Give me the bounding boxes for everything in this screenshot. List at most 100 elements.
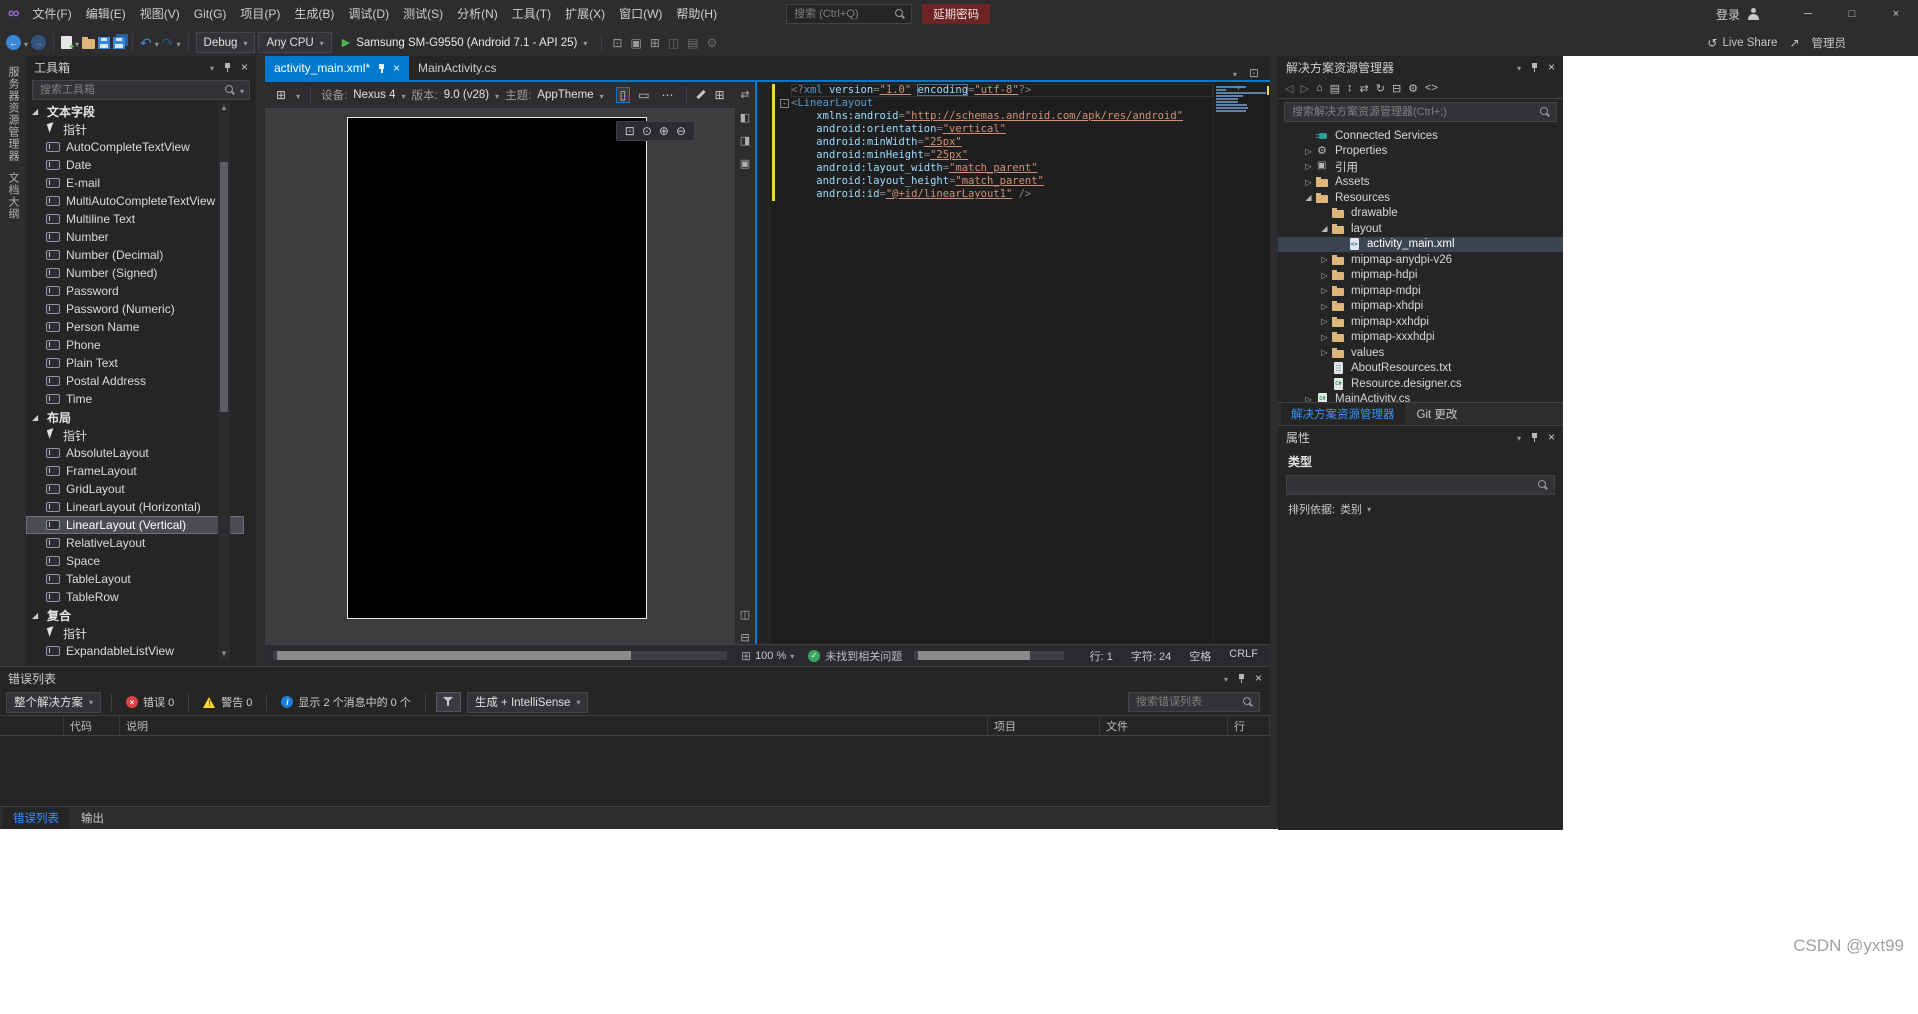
properties-search-input[interactable]: [1292, 478, 1534, 492]
menu-item[interactable]: 帮助(H): [669, 0, 724, 28]
undo-dropdown-icon[interactable]: [155, 36, 159, 50]
design-surface[interactable]: ⊡ ⊙ ⊕ ⊖: [265, 109, 735, 644]
document-tab[interactable]: activity_main.xml*: [265, 56, 410, 80]
tree-expander-icon[interactable]: ▷: [1318, 271, 1331, 280]
settings-icon[interactable]: ⚙: [704, 36, 721, 50]
error-list-header[interactable]: 错误列表: [0, 667, 1270, 689]
menu-item[interactable]: 窗口(W): [612, 0, 669, 28]
error-search-box[interactable]: [1128, 692, 1260, 712]
toolbox-item[interactable]: Plain Text: [26, 354, 244, 372]
properties-icon[interactable]: ⚙: [1408, 82, 1418, 95]
code-folding-margin[interactable]: -: [778, 82, 791, 644]
tree-item[interactable]: ▷ mipmap-xxxhdpi: [1278, 330, 1563, 346]
zoom-out-icon[interactable]: ⊖: [676, 124, 686, 138]
device-value[interactable]: Nexus 4: [353, 89, 395, 101]
tree-item[interactable]: ▷ mipmap-anydpi-v26: [1278, 252, 1563, 268]
toolbox-search-input[interactable]: [38, 83, 221, 97]
sort-by-control[interactable]: 排列依据: 类别: [1278, 497, 1563, 521]
error-list-body[interactable]: [0, 736, 1270, 806]
tree-expander-icon[interactable]: ▷: [1302, 162, 1315, 171]
menu-item[interactable]: 工具(T): [505, 0, 558, 28]
forward-icon[interactable]: ▷: [1300, 82, 1308, 95]
toolbox-item[interactable]: LinearLayout (Vertical): [26, 516, 244, 534]
undo-icon[interactable]: ↶: [140, 36, 152, 50]
fit-window-icon[interactable]: ⊡: [625, 124, 635, 138]
designer-horizontal-scrollbar[interactable]: [265, 651, 735, 660]
menu-item[interactable]: 视图(V): [133, 0, 187, 28]
source-dropdown[interactable]: 生成 + IntelliSense: [466, 691, 589, 713]
device-panel-icon[interactable]: ◫: [665, 36, 682, 50]
tree-item[interactable]: ▷ MainActivity.cs: [1278, 392, 1563, 402]
toolbox-group-header[interactable]: ◢ 文本字段: [26, 102, 244, 120]
tree-item[interactable]: ▷ mipmap-mdpi: [1278, 283, 1563, 299]
tree-item[interactable]: AboutResources.txt: [1278, 361, 1563, 377]
toolbox-item[interactable]: E-mail: [26, 174, 244, 192]
solution-search-input[interactable]: [1290, 105, 1536, 119]
tree-expander-icon[interactable]: ◢: [1318, 224, 1331, 233]
fold-cell[interactable]: [778, 123, 791, 136]
toolbox-item[interactable]: GridLayout: [26, 480, 244, 498]
quick-search-input[interactable]: [792, 7, 896, 21]
close-icon[interactable]: [1548, 60, 1555, 74]
tree-item[interactable]: Resource.designer.cs: [1278, 376, 1563, 392]
toolbox-item[interactable]: Space: [26, 552, 244, 570]
document-health-indicator[interactable]: ✓ 未找到相关问题: [808, 648, 902, 664]
navigate-back-icon[interactable]: ←: [6, 35, 21, 50]
screenshot-icon[interactable]: ▣: [627, 36, 644, 50]
code-horizontal-scrollbar[interactable]: [913, 651, 1064, 660]
menu-item[interactable]: 分析(N): [450, 0, 505, 28]
pin-icon[interactable]: [1530, 62, 1539, 73]
tree-item[interactable]: ▷ Properties: [1278, 144, 1563, 160]
portrait-icon[interactable]: ▯: [615, 87, 631, 103]
switch-views-icon[interactable]: ▤: [1330, 82, 1340, 95]
maximize-button[interactable]: □: [1830, 0, 1874, 28]
close-button[interactable]: ×: [1874, 0, 1918, 28]
toolbox-group-header[interactable]: ◢ 复合: [26, 606, 244, 624]
tree-expander-icon[interactable]: ◢: [32, 611, 42, 620]
toolbox-item[interactable]: Date: [26, 156, 244, 174]
configuration-dropdown[interactable]: Debug: [195, 32, 256, 53]
split-vertical-icon[interactable]: ◫: [740, 608, 750, 621]
warnings-filter-button[interactable]: 警告 0: [199, 692, 256, 712]
scope-dropdown[interactable]: 整个解决方案: [6, 691, 102, 713]
tree-item[interactable]: drawable: [1278, 206, 1563, 222]
version-value[interactable]: 9.0 (v28): [444, 89, 489, 101]
toolbox-group-header[interactable]: ◢ 布局: [26, 408, 244, 426]
document-list-icon[interactable]: [1233, 66, 1237, 80]
solution-explorer-header[interactable]: 解决方案资源管理器: [1278, 56, 1563, 78]
pin-icon[interactable]: [223, 62, 232, 73]
grid-settings-icon[interactable]: ⊞: [272, 87, 290, 103]
toolbox-item[interactable]: Person Name: [26, 318, 244, 336]
scroll-up-icon[interactable]: ▲: [218, 102, 230, 114]
toolbox-item[interactable]: AutoCompleteTextView: [26, 138, 244, 156]
fold-cell[interactable]: [778, 188, 791, 201]
menu-item[interactable]: 扩展(X): [558, 0, 612, 28]
tree-expander-icon[interactable]: ▷: [1318, 255, 1331, 264]
tree-expander-icon[interactable]: ◢: [32, 107, 42, 116]
sort-dropdown-icon[interactable]: [1367, 503, 1371, 515]
theme-value[interactable]: AppTheme: [537, 89, 593, 101]
fold-cell[interactable]: [778, 136, 791, 149]
grid-settings-dropdown-icon[interactable]: [296, 88, 300, 102]
column-icon[interactable]: [0, 716, 64, 735]
menu-item[interactable]: 文件(F): [25, 0, 78, 28]
side-tab[interactable]: 文档大纲: [5, 172, 21, 220]
scroll-down-icon[interactable]: ▼: [218, 648, 230, 660]
layout-grid-icon[interactable]: ⊞: [711, 87, 729, 103]
tree-expander-icon[interactable]: ▷: [1318, 286, 1331, 295]
live-share-button[interactable]: ↺ Live Share: [1707, 36, 1777, 50]
breakpoint-margin[interactable]: [757, 82, 771, 644]
fold-cell[interactable]: -: [778, 97, 791, 110]
tree-item[interactable]: ▷ Assets: [1278, 175, 1563, 191]
sign-in-button[interactable]: 登录: [1716, 6, 1760, 23]
menu-item[interactable]: 调试(D): [341, 0, 396, 28]
toolbox-item[interactable]: TableRow: [26, 588, 244, 606]
pin-icon[interactable]: [377, 63, 386, 74]
toolbox-header[interactable]: 工具箱: [26, 56, 256, 78]
menu-item[interactable]: 生成(B): [287, 0, 341, 28]
menu-item[interactable]: 编辑(E): [79, 0, 133, 28]
back-icon[interactable]: ◁: [1285, 82, 1293, 95]
zoom-control[interactable]: ⊞ 100 %: [741, 649, 794, 663]
navigate-forward-icon[interactable]: →: [31, 35, 47, 50]
preview-code-icon[interactable]: <>: [1425, 82, 1438, 94]
